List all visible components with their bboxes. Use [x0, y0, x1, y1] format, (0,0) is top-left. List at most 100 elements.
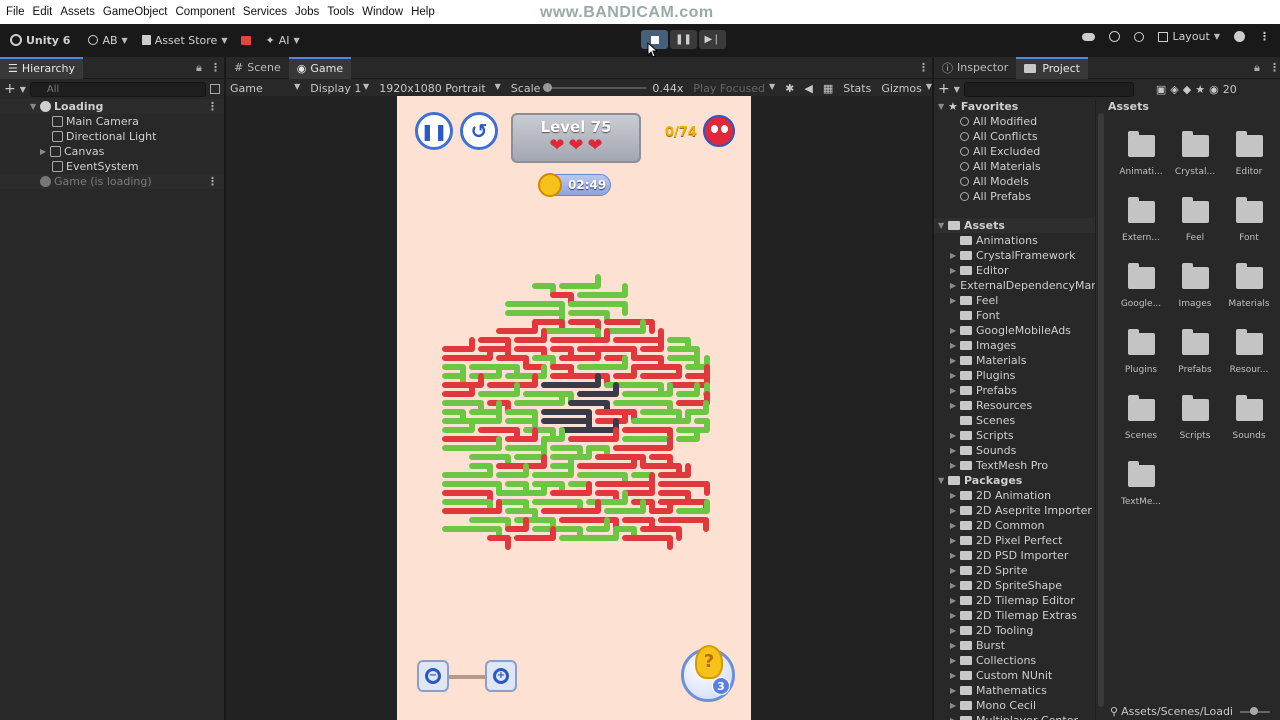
menu-item-tools[interactable]: Tools [327, 6, 354, 18]
expand-arrow-icon[interactable]: ▶ [950, 356, 960, 365]
asset-folder-item[interactable]: Animations [934, 233, 1095, 248]
package-item[interactable]: ▶ 2D Animation [934, 488, 1095, 503]
asset-folder-item[interactable]: ▶ Sounds [934, 443, 1095, 458]
asset-grid-folder[interactable]: Google... [1114, 263, 1168, 309]
package-item[interactable]: ▶ 2D PSD Importer [934, 548, 1095, 563]
expand-arrow-icon[interactable]: ▶ [950, 611, 960, 620]
asset-grid-folder[interactable]: Images [1168, 263, 1222, 309]
snake-segment[interactable] [442, 337, 475, 352]
asset-folder-item[interactable]: ▶ Resources [934, 398, 1095, 413]
favorites-header[interactable]: ▼ ★ Favorites [934, 99, 1095, 114]
expand-arrow-icon[interactable]: ▶ [950, 716, 960, 720]
expand-arrow-icon[interactable]: ▶ [950, 626, 960, 635]
tab-project[interactable]: Project [1016, 56, 1088, 79]
menu-item-file[interactable]: File [6, 6, 25, 18]
asset-grid-folder[interactable]: Feel [1168, 197, 1222, 243]
ai-button[interactable]: ✦ AI ▼ [265, 34, 299, 47]
snake-segment[interactable] [496, 319, 538, 334]
favorite-item[interactable]: All Excluded [934, 144, 1095, 159]
package-item[interactable]: ▶ 2D Common [934, 518, 1095, 533]
expand-arrow-icon[interactable]: ▶ [950, 491, 960, 500]
favorite-icon[interactable]: ★ [1195, 83, 1205, 96]
tab-game[interactable]: ◉ Game [288, 56, 352, 79]
hierarchy-item[interactable]: Directional Light [0, 129, 224, 144]
expand-arrow-icon[interactable]: ▼ [30, 102, 40, 111]
asset-folder-item[interactable]: ▶ Materials [934, 353, 1095, 368]
lock-icon[interactable]: 🔒︎ [196, 61, 202, 75]
asset-grid-folder[interactable]: Materials [1222, 263, 1276, 309]
more-options-icon[interactable]: ⋮ [207, 100, 218, 113]
game-mode-dropdown[interactable]: Game ▼ [230, 82, 300, 95]
expand-arrow-icon[interactable]: ▶ [950, 446, 960, 455]
more-options-icon[interactable]: ⋮ [210, 61, 221, 74]
menu-item-component[interactable]: Component [175, 6, 234, 18]
expand-arrow-icon[interactable]: ▶ [950, 641, 960, 650]
package-item[interactable]: ▶ 2D Tilemap Editor [934, 593, 1095, 608]
expand-arrow-icon[interactable]: ▶ [950, 506, 960, 515]
asset-folder-item[interactable]: ▶ TextMesh Pro [934, 458, 1095, 473]
asset-folder-item[interactable]: Scenes [934, 413, 1095, 428]
scale-slider[interactable]: Scale 0.44x [511, 82, 684, 95]
bug-icon[interactable]: ✱ [785, 82, 794, 95]
expand-arrow-icon[interactable]: ▶ [950, 281, 956, 290]
package-item[interactable]: ▶ 2D Sprite [934, 563, 1095, 578]
menu-item-edit[interactable]: Edit [33, 6, 53, 18]
asset-grid-folder[interactable]: Scenes [1114, 395, 1168, 441]
cloud-icon[interactable] [1082, 32, 1096, 41]
expand-arrow-icon[interactable]: ▶ [950, 686, 960, 695]
more-options-icon[interactable]: ⋮ [1269, 61, 1280, 74]
asset-grid-folder[interactable]: TextMe... [1114, 461, 1168, 507]
asset-store-button[interactable]: Asset Store ▼ [141, 34, 227, 47]
expand-arrow-icon[interactable]: ▶ [40, 147, 50, 156]
asset-folder-item[interactable]: ▶ GoogleMobileAds [934, 323, 1095, 338]
asset-folder-item[interactable]: ▶ Scripts [934, 428, 1095, 443]
asset-folder-item[interactable]: ▶ Editor [934, 263, 1095, 278]
chevron-down-icon[interactable]: ▼ [954, 85, 960, 94]
search-by-label-icon[interactable]: ◈ [1170, 83, 1178, 96]
menu-item-window[interactable]: Window [362, 6, 403, 18]
step-button[interactable]: ▶❘ [699, 30, 726, 49]
expand-arrow-icon[interactable]: ▶ [950, 581, 960, 590]
hint-button[interactable]: ? 3 [681, 645, 735, 702]
resolution-dropdown[interactable]: 1920x1080 Portrait ▼ [379, 82, 501, 95]
expand-arrow-icon[interactable]: ▶ [950, 461, 960, 470]
asset-grid-folder[interactable]: Extern... [1114, 197, 1168, 243]
menu-item-jobs[interactable]: Jobs [295, 6, 319, 18]
help-icon[interactable] [1234, 31, 1245, 42]
more-options-icon[interactable]: ⋮ [207, 175, 218, 188]
asset-grid-folder[interactable]: Crystal... [1168, 131, 1222, 177]
asset-grid-folder[interactable]: Sounds [1222, 395, 1276, 441]
visibility-icon[interactable]: ◉ [1209, 83, 1219, 96]
expand-arrow-icon[interactable]: ▼ [938, 102, 948, 111]
history-icon[interactable] [1109, 31, 1121, 42]
icon-size-slider-handle[interactable] [1250, 706, 1258, 715]
favorite-item[interactable]: All Prefabs [934, 189, 1095, 204]
asset-folder-item[interactable]: ▶ Images [934, 338, 1095, 353]
expand-arrow-icon[interactable]: ▶ [950, 596, 960, 605]
favorite-item[interactable]: All Conflicts [934, 129, 1095, 144]
gizmos-dropdown[interactable]: Gizmos ▼ [881, 82, 932, 95]
package-item[interactable]: ▶ 2D Aseprite Importer [934, 503, 1095, 518]
asset-folder-item[interactable]: ▶ CrystalFramework [934, 248, 1095, 263]
favorite-item[interactable]: All Modified [934, 114, 1095, 129]
asset-grid-folder[interactable]: Scripts [1168, 395, 1222, 441]
expand-arrow-icon[interactable]: ▶ [950, 371, 960, 380]
scene-row-loading[interactable]: ▼ Loading ⋮ [0, 99, 224, 114]
expand-arrow-icon[interactable]: ▶ [950, 386, 960, 395]
package-item[interactable]: ▶ Collections [934, 653, 1095, 668]
favorite-item[interactable]: All Materials [934, 159, 1095, 174]
package-item[interactable]: ▶ Mathematics [934, 683, 1095, 698]
asset-folder-item[interactable]: Font [934, 308, 1095, 323]
add-icon[interactable]: + [4, 81, 16, 97]
menu-item-help[interactable]: Help [411, 6, 435, 18]
expand-arrow-icon[interactable]: ▶ [950, 656, 960, 665]
asset-grid-folder[interactable]: Resour... [1222, 329, 1276, 375]
keyboard-icon[interactable]: ▦ [823, 82, 833, 95]
asset-grid-folder[interactable]: Prefabs [1168, 329, 1222, 375]
tab-inspector[interactable]: ⓘ Inspector [934, 57, 1016, 79]
scale-slider-track[interactable] [543, 83, 647, 92]
favorite-item[interactable]: All Models [934, 174, 1095, 189]
pause-button[interactable]: ❚❚ [670, 30, 697, 49]
snake-segment[interactable] [487, 535, 511, 550]
layout-dropdown[interactable]: Layout ▼ [1158, 30, 1220, 43]
